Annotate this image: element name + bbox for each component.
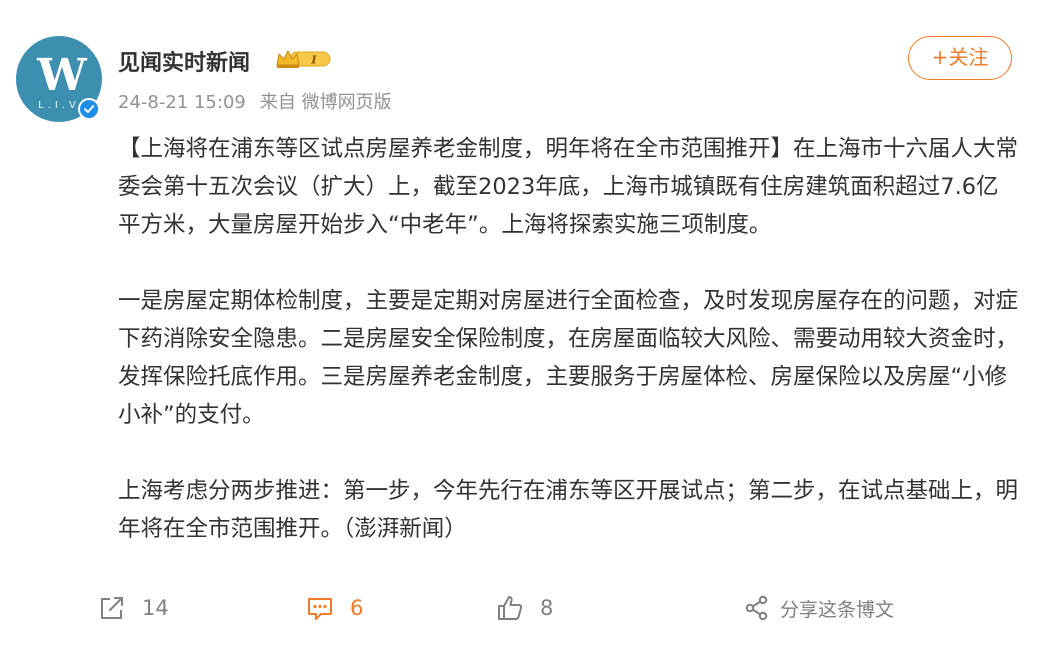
repost-button[interactable]: 14 xyxy=(98,586,169,630)
share-label: 分享这条博文 xyxy=(780,598,895,621)
post-timestamp[interactable]: 24-8-21 15:09 xyxy=(118,92,246,113)
post-content: 【上海将在浦东等区试点房屋养老金制度，明年将在全市范围推开】在上海市十六届人大常… xyxy=(118,130,1018,548)
post-meta: 24-8-21 15:09 来自 微博网页版 xyxy=(118,88,392,114)
avatar-logo: W xyxy=(37,50,86,101)
share-button[interactable]: 分享这条博文 xyxy=(744,586,894,630)
comment-icon xyxy=(308,598,332,620)
follow-button[interactable]: +关注 xyxy=(908,36,1012,80)
verified-badge-icon xyxy=(78,98,100,120)
post-paragraph: 【上海将在浦东等区试点房屋养老金制度，明年将在全市范围推开】在上海市十六届人大常… xyxy=(118,136,1019,238)
post-source: 来自 微博网页版 xyxy=(259,92,392,113)
post-paragraph: 上海考虑分两步推进：第一步，今年先行在浦东等区开展试点；第二步，在试点基础上，明… xyxy=(118,478,1019,542)
author-name[interactable]: 见闻实时新闻 xyxy=(118,45,250,77)
like-button[interactable]: 8 xyxy=(496,586,553,630)
thumbs-up-icon xyxy=(498,596,523,620)
vip-crown-icon[interactable]: I xyxy=(274,48,334,70)
action-bar: 14 6 8 分享这条博文 xyxy=(0,586,1042,630)
comment-count: 6 xyxy=(350,596,364,620)
share-icon xyxy=(745,595,768,621)
comment-button[interactable]: 6 xyxy=(306,586,363,630)
repost-count: 14 xyxy=(142,596,169,620)
vip-level: I xyxy=(310,54,317,67)
like-count: 8 xyxy=(540,596,554,620)
repost-icon xyxy=(101,597,123,619)
post-paragraph: 一是房屋定期体检制度，主要是定期对房屋进行全面检查，及时发现房屋存在的问题，对症… xyxy=(118,288,1019,428)
